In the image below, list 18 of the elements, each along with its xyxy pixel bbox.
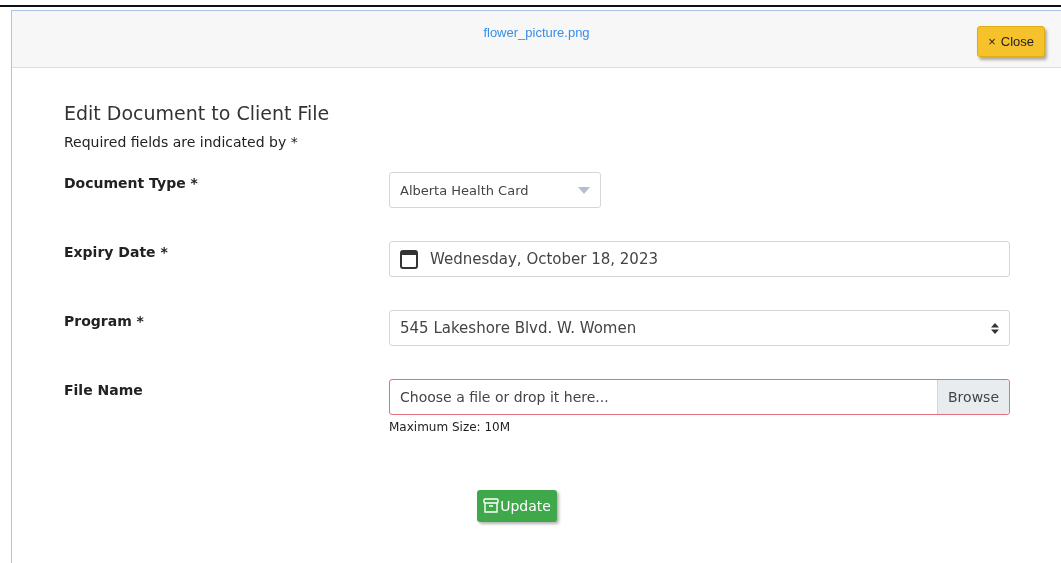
archive-icon bbox=[483, 498, 500, 514]
required-note: Required fields are indicated by * bbox=[64, 134, 299, 150]
field-label: Expiry Date * bbox=[64, 243, 169, 262]
max-size-hint: Maximum Size: 10M bbox=[389, 420, 512, 434]
browse-button[interactable]: Browse bbox=[937, 380, 1009, 414]
sort-icon bbox=[991, 322, 999, 334]
field-label: Document Type * bbox=[64, 174, 199, 193]
file-input[interactable]: Choose a file or drop it here... Browse bbox=[389, 379, 1010, 415]
modal-title: flower_picture.png bbox=[483, 25, 590, 40]
field-label: File Name bbox=[64, 381, 144, 400]
caret-icon bbox=[578, 186, 590, 194]
date-field[interactable]: Wednesday, October 18, 2023 bbox=[389, 241, 1010, 277]
form-heading: Edit Document to Client File bbox=[64, 102, 331, 124]
close-button[interactable]: × Close bbox=[977, 26, 1045, 57]
field-label: Program * bbox=[64, 312, 145, 331]
program-select[interactable]: 545 Lakeshore Blvd. W. Women bbox=[389, 310, 1010, 346]
document-type-dropdown[interactable]: Alberta Health Card bbox=[389, 172, 601, 208]
calendar-icon bbox=[400, 249, 418, 269]
